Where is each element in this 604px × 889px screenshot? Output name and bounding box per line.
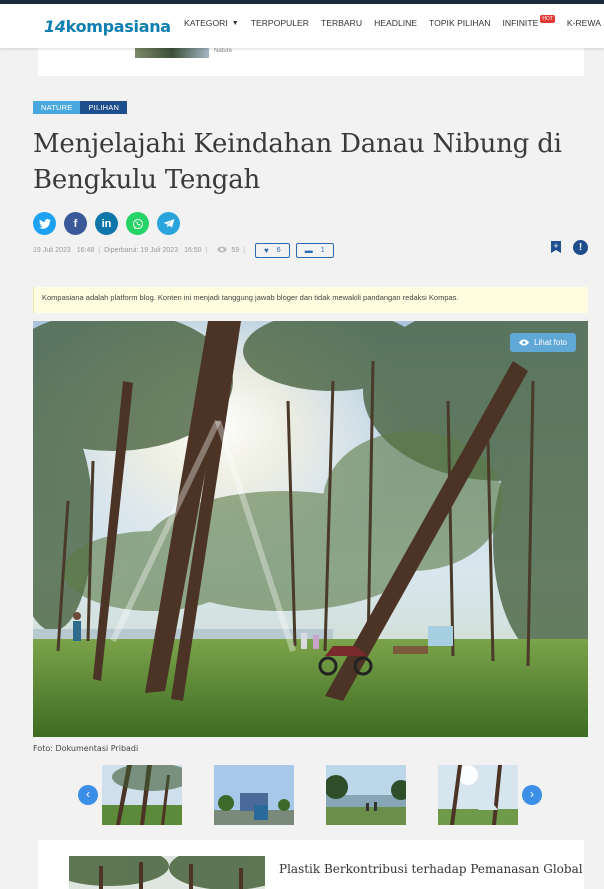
updated-time: 16:50	[184, 247, 202, 254]
photo-caption: Foto: Dokumentasi Pribadi	[33, 744, 139, 753]
whatsapp-icon[interactable]	[126, 212, 149, 235]
top-navigation-bar: 14kompasiana KATEGORI ▼ TERPOPULER TERBAR…	[0, 0, 604, 48]
gallery-thumbnail[interactable]	[102, 765, 182, 825]
gallery-thumbnail[interactable]	[326, 765, 406, 825]
updated-date: Diperbarui: 19 Juli 2023	[104, 247, 179, 254]
view-count: 59	[217, 246, 239, 255]
meta-divider: |	[243, 247, 246, 254]
eye-icon	[519, 339, 530, 346]
meta-divider: |	[205, 247, 208, 254]
comment-icon: ▬	[304, 246, 313, 255]
nav-terbaru[interactable]: TERBARU	[321, 18, 362, 28]
gallery-next-button[interactable]: ›	[522, 785, 542, 805]
meta-divider: |	[98, 247, 101, 254]
gallery-thumbnail[interactable]	[214, 765, 294, 825]
report-icon[interactable]: !	[573, 240, 588, 255]
related-article-title[interactable]: Plastik Berkontribusi terhadap Pemanasan…	[279, 862, 583, 876]
tag-nature[interactable]: NATURE	[33, 101, 81, 114]
main-nav: KATEGORI ▼ TERPOPULER TERBARU HEADLINE TO…	[184, 15, 601, 28]
gallery-thumbnail[interactable]	[438, 765, 518, 825]
telegram-icon[interactable]	[157, 212, 180, 235]
comment-button[interactable]: ▬ 1	[295, 243, 334, 258]
heart-icon: ♥	[264, 246, 269, 255]
disclaimer-notice: Kompasiana adalah platform blog. Konten …	[33, 287, 588, 313]
nav-k-rewards[interactable]: K-REWA	[567, 18, 601, 28]
nav-headline[interactable]: HEADLINE	[374, 18, 417, 28]
article-title: Menjelajahi Keindahan Danau Nibung di Be…	[33, 129, 562, 195]
view-photo-button[interactable]: Lihat foto	[510, 333, 576, 352]
previous-article-thumbnail[interactable]	[135, 48, 209, 58]
like-button[interactable]: ♥ 6	[255, 243, 290, 258]
nav-infinite[interactable]: INFINITE HOT	[503, 15, 555, 28]
bookmark-icon[interactable]: +	[551, 241, 561, 253]
share-buttons: f in	[33, 212, 180, 235]
photo-gallery	[90, 765, 520, 825]
linkedin-icon[interactable]: in	[95, 212, 118, 235]
facebook-icon[interactable]: f	[64, 212, 87, 235]
article-tags: NATURE PILIHAN	[33, 101, 128, 114]
pine-forest-illustration	[33, 321, 588, 737]
hero-photo[interactable]: Lihat foto	[33, 321, 588, 737]
nav-terpopuler[interactable]: TERPOPULER	[251, 18, 309, 28]
eye-icon	[217, 246, 228, 255]
nav-kategori[interactable]: KATEGORI ▼	[184, 18, 239, 28]
previous-article-strip: Nature	[38, 48, 584, 76]
chevron-down-icon: ▼	[231, 19, 239, 27]
kompasiana-logo[interactable]: 14kompasiana	[44, 17, 171, 36]
tag-pilihan[interactable]: PILIHAN	[80, 101, 128, 114]
published-date: 19 Juli 2023	[33, 247, 71, 254]
published-time: 16:48	[76, 247, 95, 254]
nav-topik-pilihan[interactable]: TOPIK PILIHAN	[429, 18, 490, 28]
previous-article-label: Nature	[214, 48, 233, 54]
related-article-image[interactable]	[69, 856, 265, 889]
related-article-card[interactable]: Plastik Berkontribusi terhadap Pemanasan…	[38, 840, 584, 889]
twitter-icon[interactable]	[33, 212, 56, 235]
hot-badge: HOT	[540, 15, 555, 23]
article-meta: 19 Juli 2023 16:48 | Diperbarui: 19 Juli…	[33, 243, 334, 258]
